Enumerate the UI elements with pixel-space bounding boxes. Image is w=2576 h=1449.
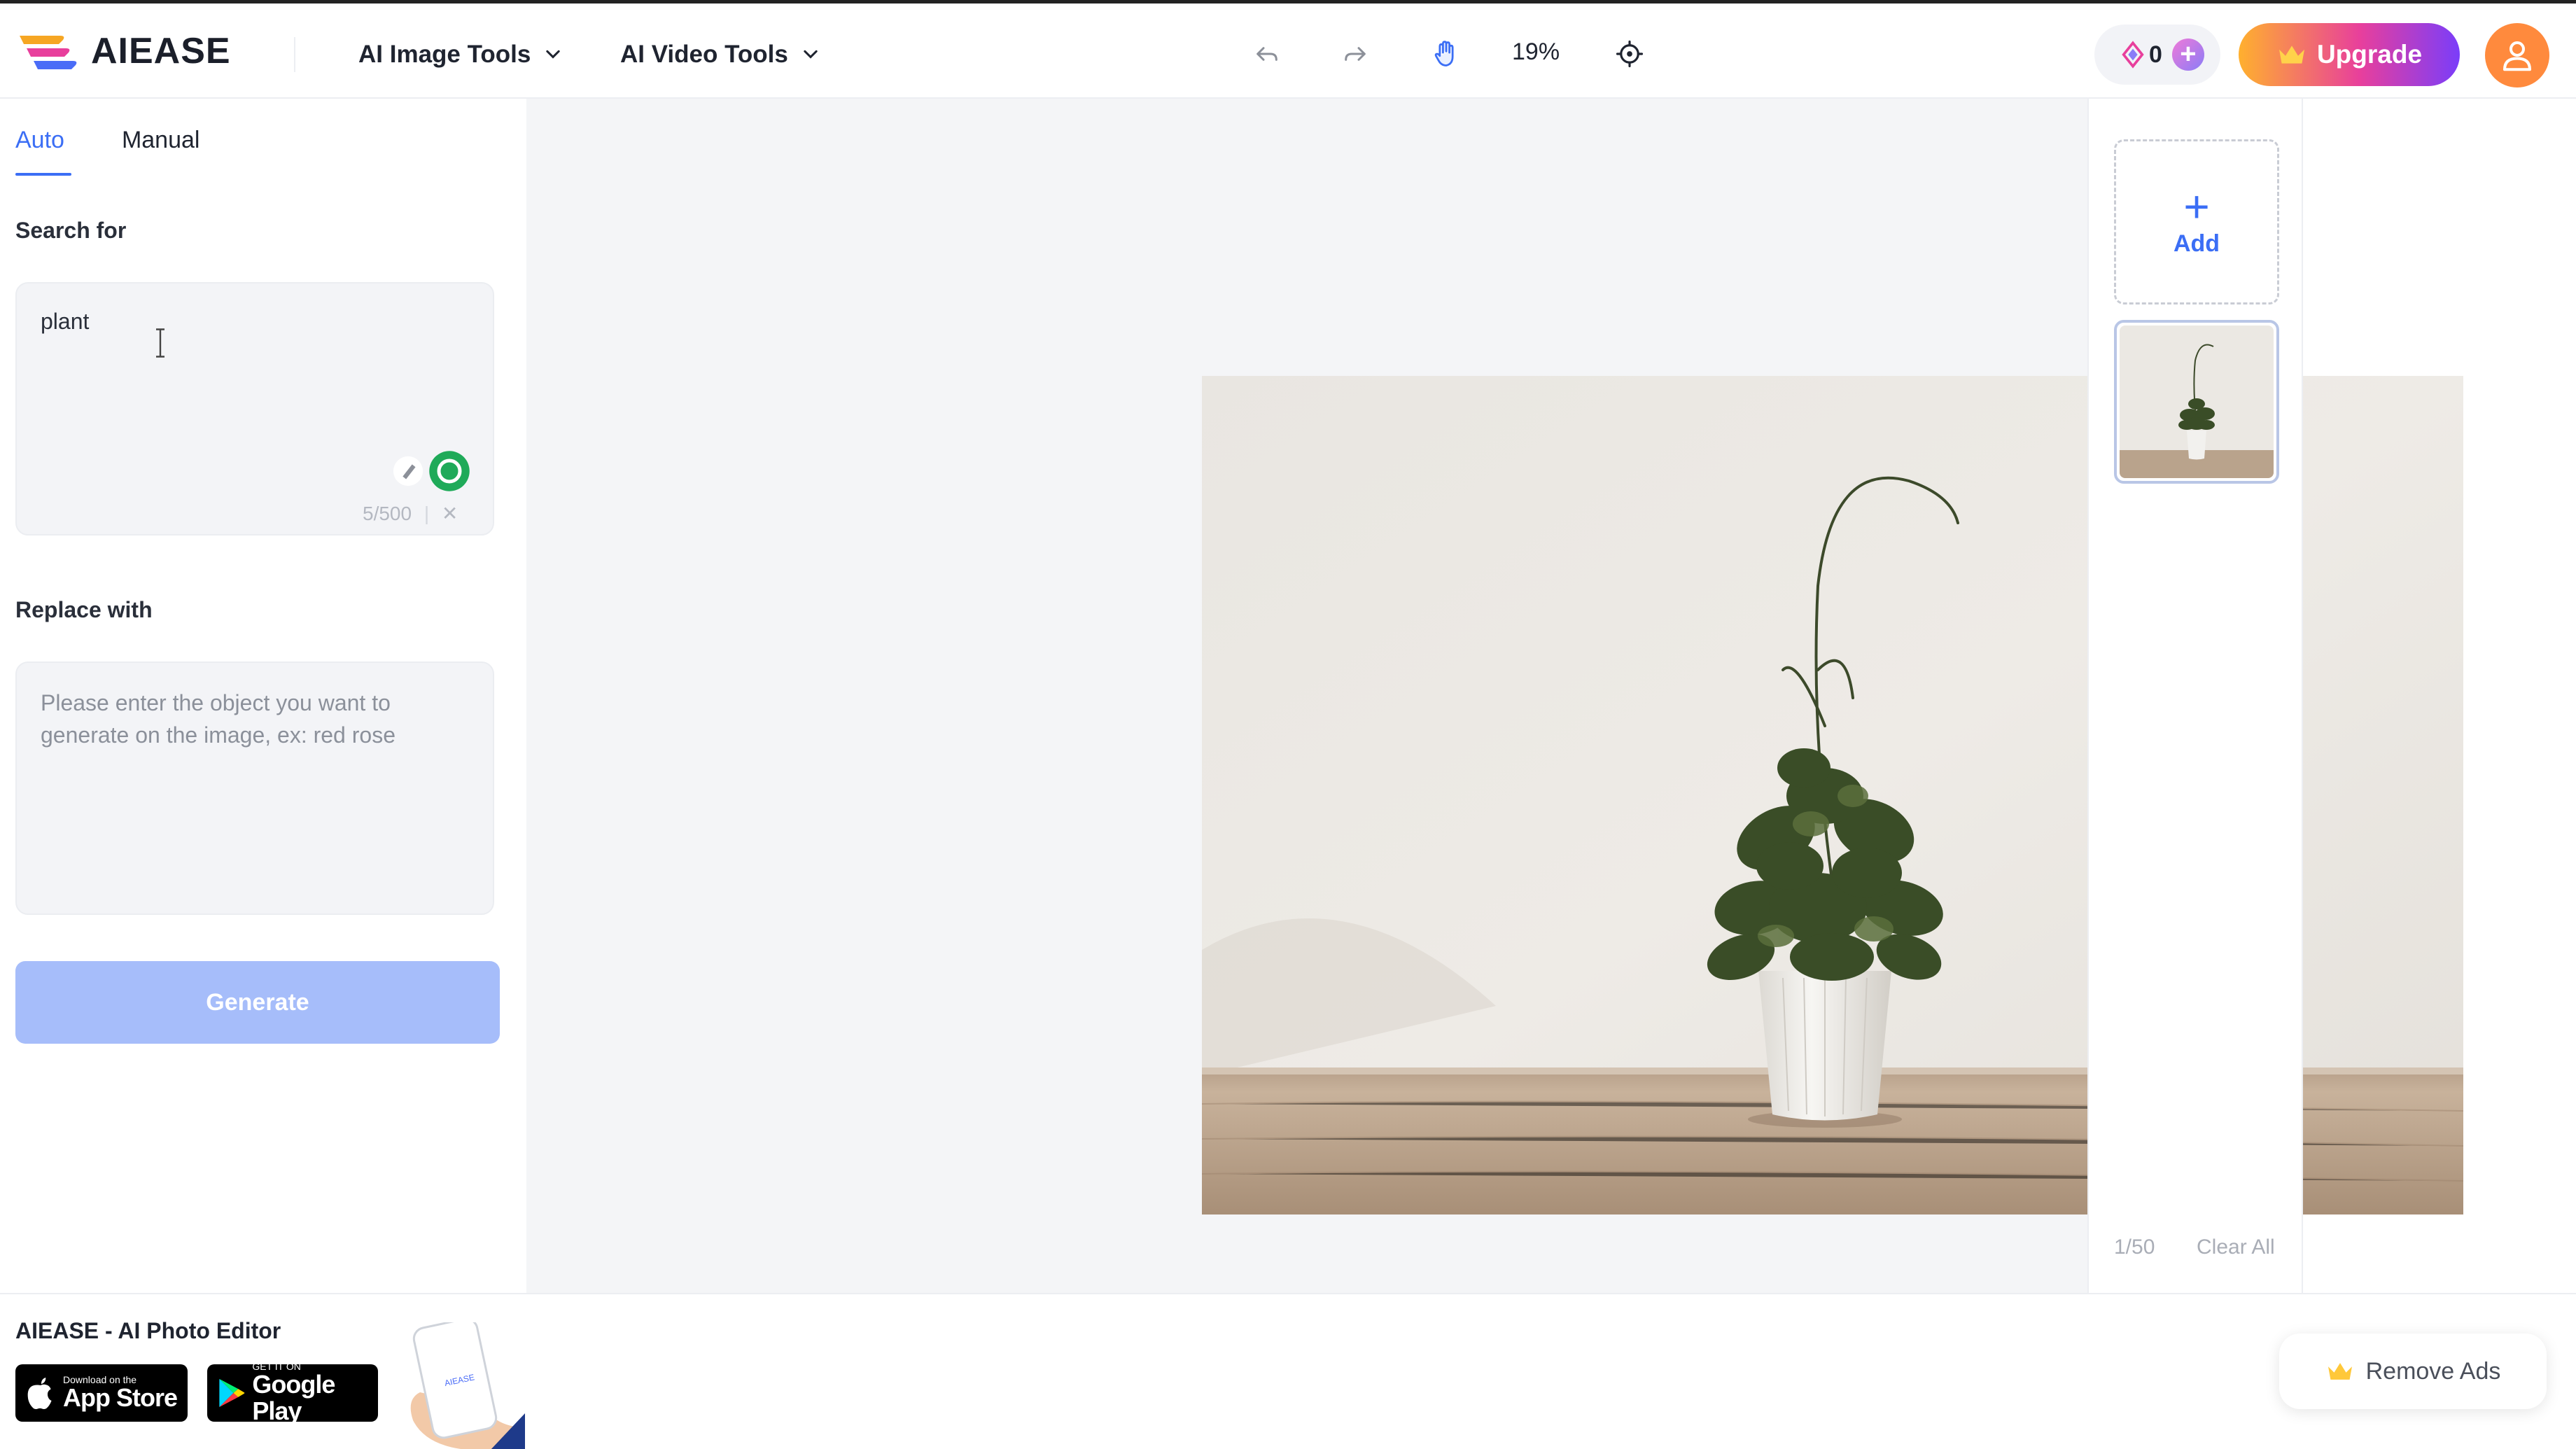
tab-manual[interactable]: Manual <box>122 127 200 176</box>
app-store-big: App Store <box>63 1383 178 1412</box>
google-play-badge[interactable]: GET IT ON Google Play <box>207 1362 378 1425</box>
recenter-button[interactable] <box>1610 34 1649 74</box>
search-counter: 5/500 | ✕ <box>363 503 458 524</box>
text-cursor-icon <box>156 328 164 358</box>
clear-all-button[interactable]: Clear All <box>2197 1236 2275 1259</box>
tab-auto[interactable]: Auto <box>15 127 71 176</box>
remove-ads-label: Remove Ads <box>2365 1357 2501 1385</box>
mode-tabs: Auto Manual <box>15 127 257 176</box>
crown-icon <box>2278 46 2304 64</box>
credits-gem-icon <box>2122 41 2144 69</box>
add-label: Add <box>2173 230 2220 257</box>
app-store-badge[interactable]: Download on the App Store <box>15 1364 188 1422</box>
thumbnail-image <box>2120 326 2274 478</box>
search-label: Search for <box>15 218 127 243</box>
brand-name: AIEASE <box>91 31 231 71</box>
top-bar: AIEASE AI Image Tools AI Video Tools 19%… <box>0 0 2576 99</box>
search-value: plant <box>41 309 90 334</box>
credits-pill[interactable]: 0 + <box>2094 24 2220 85</box>
apple-icon <box>27 1378 52 1410</box>
undo-icon <box>1256 47 1278 61</box>
toggle-icon[interactable] <box>428 450 470 492</box>
replace-input[interactable]: Please enter the object you want to gene… <box>15 662 494 915</box>
char-count: 5/500 <box>363 503 412 524</box>
chevron-down-icon <box>804 50 818 59</box>
menu-ai-video-tools[interactable]: AI Video Tools <box>620 36 820 74</box>
brand-logo[interactable]: AIEASE <box>17 27 231 76</box>
menu-label: AI Image Tools <box>358 41 531 68</box>
generate-button[interactable]: Generate <box>15 961 500 1044</box>
divider <box>294 37 295 72</box>
hand-pan-icon <box>1434 41 1454 66</box>
menu-ai-image-tools[interactable]: AI Image Tools <box>358 36 563 74</box>
right-panel: + Add 1/50 Clear All <box>2087 99 2303 1293</box>
bottom-ad-bar: AIEASE - AI Photo Editor Download on the… <box>0 1293 2576 1449</box>
google-play-icon <box>219 1378 245 1408</box>
crown-icon <box>2328 1363 2352 1380</box>
ad-title: AIEASE - AI Photo Editor <box>15 1318 281 1343</box>
plus-icon: + <box>2183 181 2210 232</box>
left-panel: Auto Manual Search for plant 5/500 | ✕ R… <box>0 99 525 1293</box>
google-play-big: Google Play <box>252 1370 335 1425</box>
recenter-icon <box>1616 40 1644 68</box>
brand-logo-icon <box>20 36 77 69</box>
menu-label: AI Video Tools <box>620 41 788 68</box>
image-thumbnail[interactable] <box>2114 320 2279 484</box>
search-tools <box>392 450 483 492</box>
upgrade-button[interactable]: Upgrade <box>2239 23 2460 86</box>
user-icon <box>2502 41 2532 71</box>
redo-icon <box>1345 47 1366 61</box>
replace-placeholder: Please enter the object you want to gene… <box>41 690 396 748</box>
eraser-icon[interactable] <box>392 455 424 487</box>
add-image-button[interactable]: + Add <box>2114 139 2279 304</box>
upgrade-label: Upgrade <box>2316 40 2423 69</box>
redo-button[interactable] <box>1336 34 1375 74</box>
replace-label: Replace with <box>15 597 153 622</box>
pan-tool-button[interactable] <box>1427 34 1466 74</box>
credits-count: 0 <box>2149 41 2162 68</box>
clear-x-icon[interactable]: ✕ <box>442 503 458 524</box>
canvas-area[interactable] <box>526 99 2463 1293</box>
search-input[interactable]: plant 5/500 | ✕ <box>15 282 494 536</box>
zoom-level[interactable]: 19% <box>1512 38 1560 66</box>
phone-promo-image: AIEASE <box>410 1322 525 1449</box>
avatar[interactable] <box>2485 23 2549 88</box>
chevron-down-icon <box>546 50 561 59</box>
remove-ads-button[interactable]: Remove Ads <box>2279 1334 2547 1409</box>
image-count: 1/50 <box>2114 1236 2155 1259</box>
add-credits-icon[interactable]: + <box>2171 38 2204 71</box>
undo-button[interactable] <box>1247 34 1287 74</box>
